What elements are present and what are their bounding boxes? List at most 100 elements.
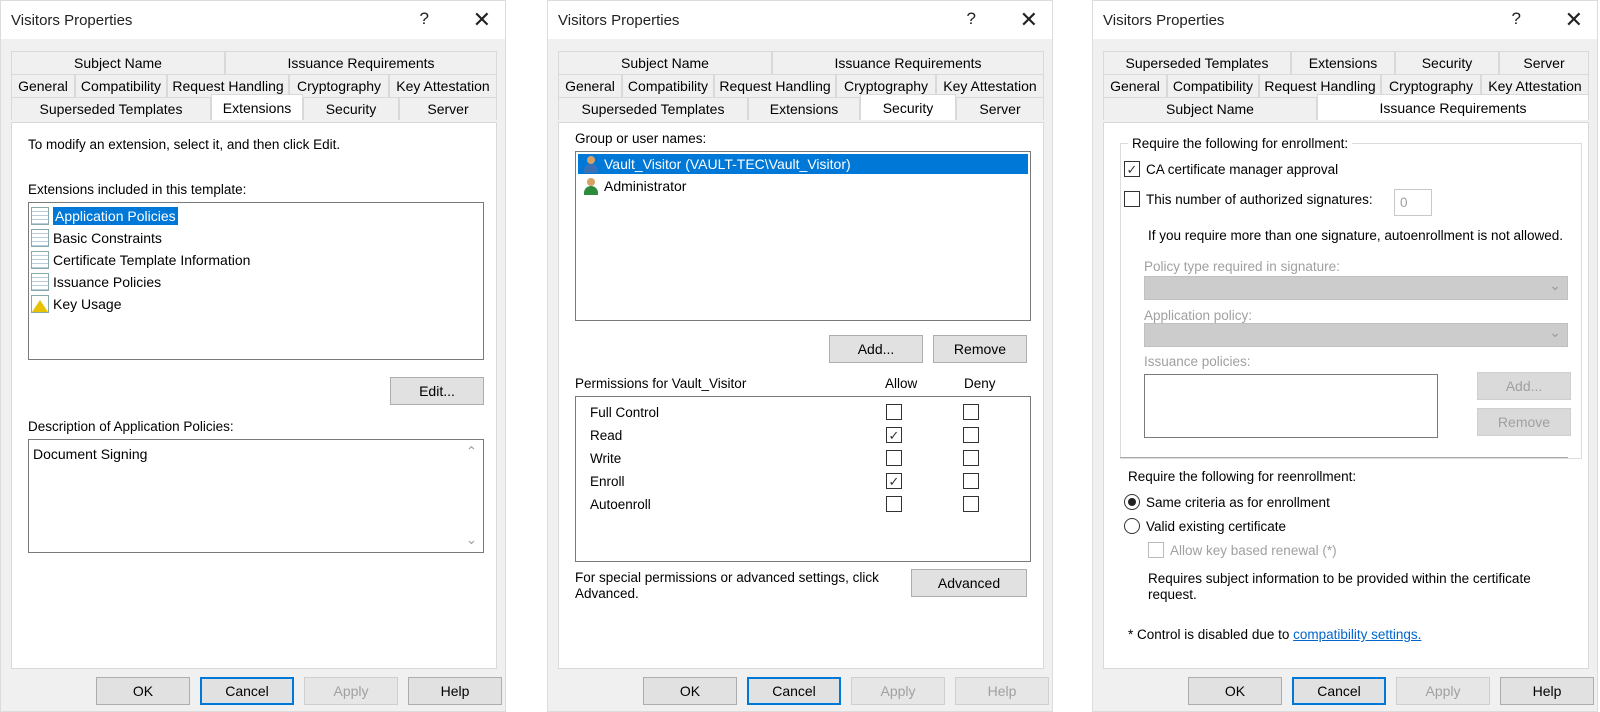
advanced-button[interactable]: Advanced <box>911 569 1027 597</box>
help-icon[interactable]: ? <box>967 9 976 29</box>
remove-button[interactable]: Remove <box>933 335 1027 363</box>
help-button[interactable]: Help <box>955 677 1049 705</box>
list-item[interactable]: Key Usage <box>31 293 121 314</box>
signatures-label: This number of authorized signatures: <box>1146 192 1373 207</box>
ok-button[interactable]: OK <box>96 677 190 705</box>
tab-compatibility[interactable]: Compatibility <box>622 74 714 97</box>
ok-button[interactable]: OK <box>643 677 737 705</box>
issuance-remove-button[interactable]: Remove <box>1477 408 1571 436</box>
tab-issuance-requirements[interactable]: Issuance Requirements <box>225 51 497 74</box>
tab-general[interactable]: General <box>558 74 622 97</box>
close-icon[interactable]: ✕ <box>1020 7 1038 33</box>
list-item[interactable]: Basic Constraints <box>31 227 162 248</box>
tab-panel: Require the following for enrollment: ✓ … <box>1103 122 1589 669</box>
tab-extensions[interactable]: Extensions <box>211 94 303 120</box>
apply-button[interactable]: Apply <box>1396 677 1490 705</box>
extensions-list[interactable]: Application Policies Basic Constraints C… <box>28 202 484 360</box>
allow-key-renewal-label: Allow key based renewal (*) <box>1170 543 1337 558</box>
help-button[interactable]: Help <box>1500 677 1594 705</box>
same-criteria-radio[interactable] <box>1124 494 1140 510</box>
subject-note: Requires subject information to be provi… <box>1148 571 1531 586</box>
policy-type-select[interactable] <box>1144 276 1568 300</box>
close-icon[interactable]: ✕ <box>473 7 491 33</box>
apply-button[interactable]: Apply <box>851 677 945 705</box>
tab-subject-name[interactable]: Subject Name <box>558 51 772 74</box>
deny-checkbox[interactable] <box>963 473 979 489</box>
deny-checkbox[interactable] <box>963 427 979 443</box>
add-button[interactable]: Add... <box>829 335 923 363</box>
perm-name: Read <box>590 428 623 443</box>
scroll-down-icon[interactable]: ⌄ <box>466 532 477 548</box>
tab-superseded-templates[interactable]: Superseded Templates <box>11 97 211 120</box>
tab-compatibility[interactable]: Compatibility <box>75 74 167 97</box>
tab-extensions[interactable]: Extensions <box>748 97 860 120</box>
user-list[interactable]: Vault_Visitor (VAULT-TEC\Vault_Visitor) … <box>575 151 1031 321</box>
list-item[interactable]: Application Policies <box>31 205 178 226</box>
extension-icon <box>31 272 49 291</box>
tab-general[interactable]: General <box>1103 74 1167 97</box>
signatures-input[interactable]: 0 <box>1394 189 1432 216</box>
tab-security[interactable]: Security <box>860 94 956 120</box>
tab-superseded-templates[interactable]: Superseded Templates <box>1103 51 1291 74</box>
description-box[interactable]: Document Signing ⌃ ⌄ <box>28 439 484 553</box>
warning-icon <box>31 294 49 313</box>
deny-checkbox[interactable] <box>963 450 979 466</box>
tab-request-handling[interactable]: Request Handling <box>714 74 836 97</box>
tab-compatibility[interactable]: Compatibility <box>1167 74 1259 97</box>
allow-checkbox[interactable]: ✓ <box>886 427 902 443</box>
allow-checkbox[interactable] <box>886 496 902 512</box>
ca-approval-checkbox[interactable]: ✓ <box>1124 161 1140 177</box>
scroll-up-icon[interactable]: ⌃ <box>466 444 477 460</box>
issuance-add-button[interactable]: Add... <box>1477 372 1571 400</box>
tab-superseded-templates[interactable]: Superseded Templates <box>558 97 748 120</box>
help-icon[interactable]: ? <box>1512 9 1521 29</box>
cancel-button[interactable]: Cancel <box>1292 677 1386 705</box>
list-item[interactable]: Vault_Visitor (VAULT-TEC\Vault_Visitor) <box>578 154 1028 174</box>
allow-checkbox[interactable] <box>886 450 902 466</box>
tab-server[interactable]: Server <box>1499 51 1589 74</box>
tab-general[interactable]: General <box>11 74 75 97</box>
description-text: Document Signing <box>33 446 148 462</box>
application-policy-select[interactable] <box>1144 323 1568 347</box>
perm-name: Autoenroll <box>590 497 651 512</box>
help-button[interactable]: Help <box>408 677 502 705</box>
list-item[interactable]: Administrator <box>578 176 686 196</box>
close-icon[interactable]: ✕ <box>1565 7 1583 33</box>
valid-cert-radio[interactable] <box>1124 518 1140 534</box>
valid-cert-label: Valid existing certificate <box>1146 519 1287 534</box>
allow-key-renewal-checkbox[interactable] <box>1148 542 1164 558</box>
ok-button[interactable]: OK <box>1188 677 1282 705</box>
tab-server[interactable]: Server <box>956 97 1044 120</box>
deny-checkbox[interactable] <box>963 404 979 420</box>
deny-header: Deny <box>964 376 996 391</box>
tab-security[interactable]: Security <box>1395 51 1499 74</box>
tab-subject-name[interactable]: Subject Name <box>11 51 225 74</box>
tab-key-attestation[interactable]: Key Attestation <box>389 74 497 97</box>
compatibility-settings-link[interactable]: compatibility settings. <box>1293 627 1421 642</box>
help-icon[interactable]: ? <box>420 9 429 29</box>
ca-approval-label: CA certificate manager approval <box>1146 162 1339 177</box>
cancel-button[interactable]: Cancel <box>747 677 841 705</box>
tab-server[interactable]: Server <box>399 97 497 120</box>
signatures-checkbox[interactable] <box>1124 191 1140 207</box>
tab-subject-name[interactable]: Subject Name <box>1103 97 1317 120</box>
issuance-policies-list[interactable] <box>1144 374 1438 438</box>
deny-checkbox[interactable] <box>963 496 979 512</box>
permissions-list: Full Control Read ✓ Write Enroll ✓ Autoe… <box>575 396 1031 562</box>
cancel-button[interactable]: Cancel <box>200 677 294 705</box>
tab-cryptography[interactable]: Cryptography <box>289 74 389 97</box>
dialog-extensions: Visitors Properties ? ✕ Subject Name Iss… <box>0 0 506 712</box>
tab-issuance-requirements[interactable]: Issuance Requirements <box>772 51 1044 74</box>
list-item[interactable]: Issuance Policies <box>31 271 161 292</box>
tab-panel: Group or user names: Vault_Visitor (VAUL… <box>558 122 1044 669</box>
section-divider <box>1120 457 1568 458</box>
dialog-title: Visitors Properties <box>1103 12 1225 29</box>
edit-button[interactable]: Edit... <box>390 377 484 405</box>
tab-extensions[interactable]: Extensions <box>1291 51 1395 74</box>
list-item[interactable]: Certificate Template Information <box>31 249 250 270</box>
tab-security[interactable]: Security <box>303 97 399 120</box>
allow-checkbox[interactable] <box>886 404 902 420</box>
apply-button[interactable]: Apply <box>304 677 398 705</box>
tab-issuance-requirements[interactable]: Issuance Requirements <box>1317 94 1589 120</box>
allow-checkbox[interactable]: ✓ <box>886 473 902 489</box>
